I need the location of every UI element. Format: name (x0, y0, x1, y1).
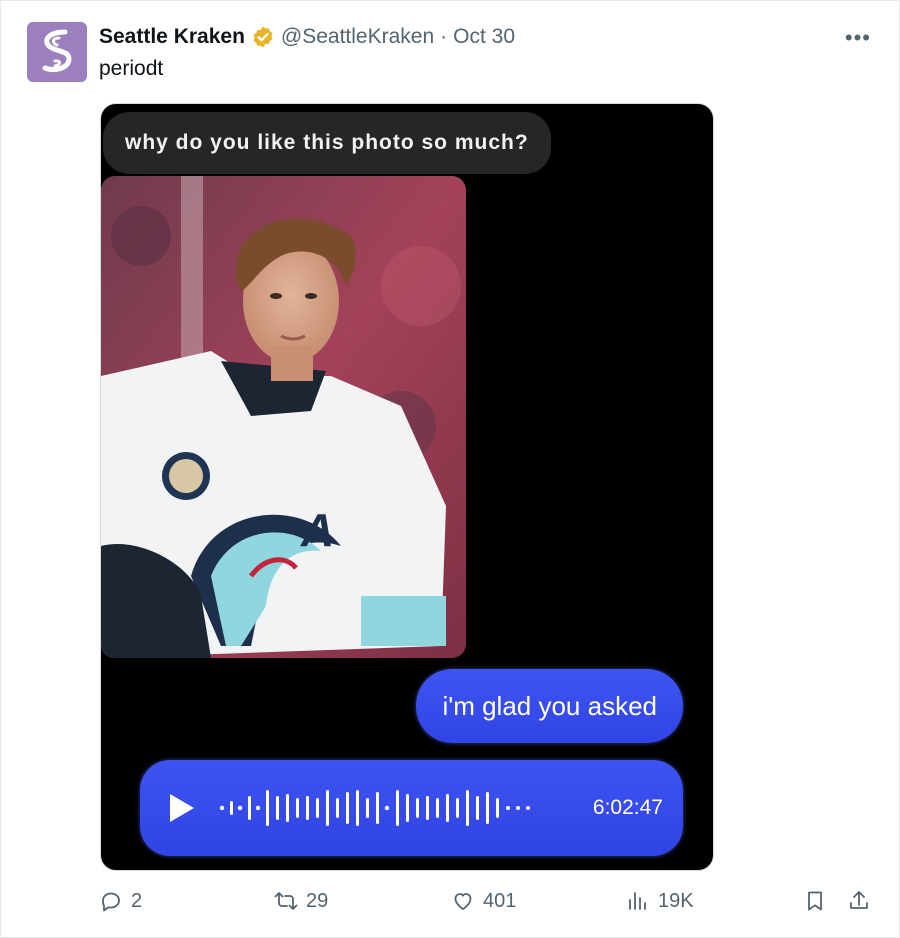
views-button[interactable]: 19K (626, 889, 694, 913)
hockey-player-photo: A (101, 176, 466, 658)
like-count: 401 (483, 889, 517, 912)
tweet-date[interactable]: Oct 30 (453, 25, 515, 49)
retweet-count: 29 (306, 889, 329, 912)
reply-count: 2 (131, 889, 143, 912)
avatar[interactable] (27, 22, 87, 82)
more-options-icon[interactable]: ••• (845, 25, 871, 51)
views-chart-icon (629, 892, 646, 910)
separator-dot: · (440, 25, 448, 48)
voice-duration: 6:02:47 (592, 796, 663, 819)
tweet-header: Seattle Kraken @SeattleKraken · Oct 30 (99, 23, 515, 51)
waveform-icon (219, 790, 530, 826)
view-count: 19K (658, 889, 694, 912)
tweet-media[interactable]: why do you like this photo so much? A i'… (100, 103, 714, 871)
reply-icon (102, 892, 120, 912)
bookmark-button[interactable] (803, 889, 827, 913)
like-button[interactable]: 401 (451, 889, 516, 913)
bookmark-icon (808, 891, 822, 911)
heart-icon (454, 893, 472, 910)
author-name[interactable]: Seattle Kraken (99, 25, 245, 49)
tweet-card: Seattle Kraken @SeattleKraken · Oct 30 •… (0, 0, 900, 938)
tweet-text: periodt (99, 57, 164, 80)
verified-badge-icon (253, 26, 273, 48)
reply-button[interactable]: 2 (99, 889, 142, 913)
action-bar: 2 29 401 19K (1, 889, 900, 921)
retweet-icon (274, 892, 298, 910)
play-icon[interactable] (170, 794, 194, 822)
svg-text:A: A (300, 504, 334, 556)
incoming-message-bubble: why do you like this photo so much? (103, 112, 551, 174)
retweet-button[interactable]: 29 (274, 889, 328, 913)
kraken-logo-icon (42, 29, 72, 73)
share-icon (850, 891, 868, 909)
voice-message-bubble: 6:02:47 (140, 760, 683, 856)
author-handle[interactable]: @SeattleKraken (281, 25, 434, 49)
share-button[interactable] (847, 889, 871, 913)
outgoing-message-bubble: i'm glad you asked (416, 669, 683, 743)
